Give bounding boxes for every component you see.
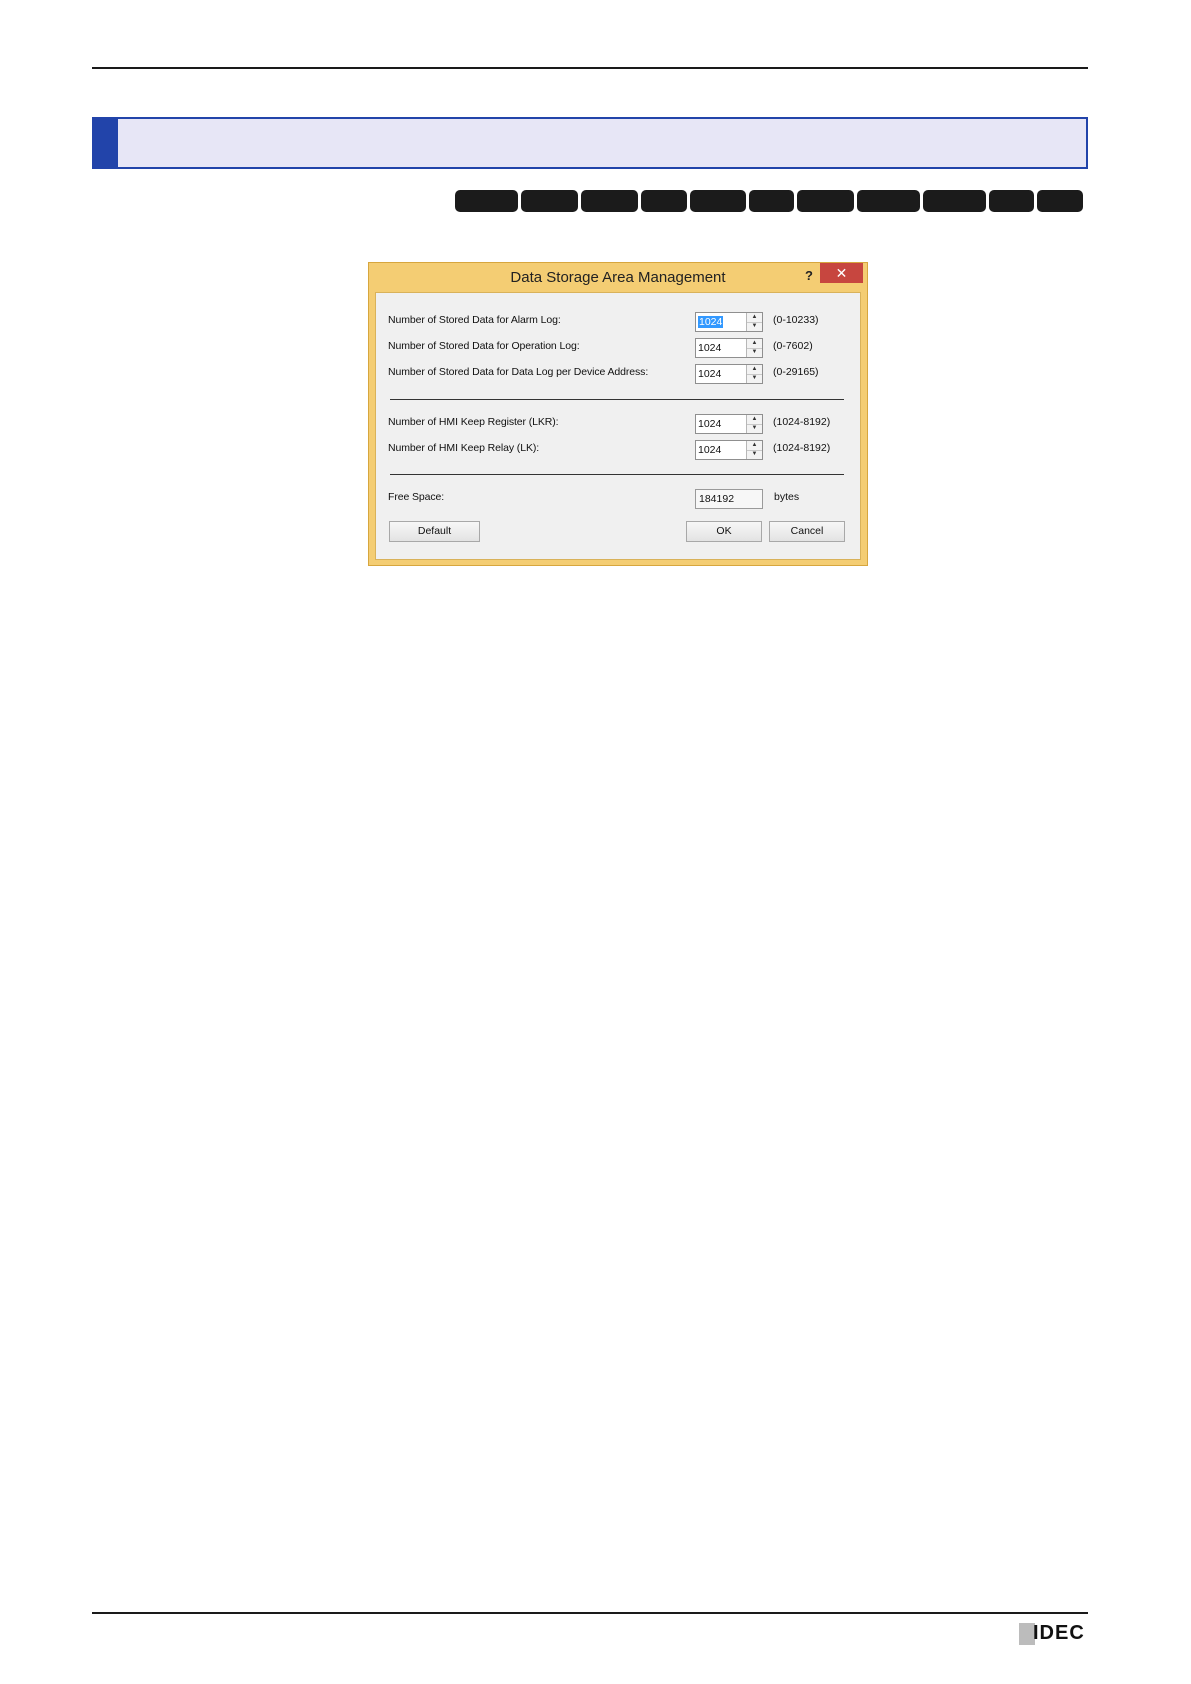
spin-buttons: ▲ ▼	[746, 339, 762, 357]
spin-down-icon[interactable]: ▼	[747, 374, 762, 383]
bottom-rule	[92, 1612, 1088, 1614]
free-space-value: 184192	[699, 493, 735, 505]
free-space-field: 184192	[695, 489, 763, 509]
model-tag	[749, 190, 794, 212]
spin-down-icon[interactable]: ▼	[747, 424, 762, 433]
operation-log-range: (0-7602)	[773, 340, 813, 352]
keep-relay-spinbox[interactable]: 1024 ▲ ▼	[695, 440, 763, 460]
keep-register-range: (1024-8192)	[773, 416, 831, 428]
keep-relay-range: (1024-8192)	[773, 442, 831, 454]
keep-register-spinbox[interactable]: 1024 ▲ ▼	[695, 414, 763, 434]
spin-buttons: ▲ ▼	[746, 313, 762, 331]
section-header-bar	[92, 117, 1088, 169]
data-log-spinbox[interactable]: 1024 ▲ ▼	[695, 364, 763, 384]
operation-log-value[interactable]: 1024	[698, 342, 721, 354]
model-tag	[690, 190, 746, 212]
dialog-title: Data Storage Area Management	[510, 269, 726, 286]
close-button[interactable]: ✕	[820, 263, 863, 283]
keep-relay-label: Number of HMI Keep Relay (LK):	[388, 442, 540, 454]
logo-text: IDEC	[1033, 1622, 1085, 1644]
model-tag	[1037, 190, 1083, 212]
model-tag	[923, 190, 986, 212]
model-tag	[455, 190, 518, 212]
data-log-label: Number of Stored Data for Data Log per D…	[388, 366, 649, 378]
data-storage-dialog: Data Storage Area Management ? ✕ Number …	[368, 262, 868, 566]
free-space-unit: bytes	[774, 491, 800, 503]
model-tag	[989, 190, 1034, 212]
divider	[390, 474, 844, 475]
alarm-log-label: Number of Stored Data for Alarm Log:	[388, 314, 561, 326]
dialog-titlebar[interactable]: Data Storage Area Management ? ✕	[369, 263, 867, 291]
spin-buttons: ▲ ▼	[746, 415, 762, 433]
spin-buttons: ▲ ▼	[746, 365, 762, 383]
operation-log-spinbox[interactable]: 1024 ▲ ▼	[695, 338, 763, 358]
data-log-value[interactable]: 1024	[698, 368, 721, 380]
model-tag	[797, 190, 854, 212]
alarm-log-value[interactable]: 1024	[698, 316, 724, 328]
model-tag	[641, 190, 687, 212]
divider	[390, 399, 844, 400]
default-button[interactable]: Default	[389, 521, 480, 542]
top-rule	[92, 67, 1088, 69]
help-icon[interactable]: ?	[799, 266, 819, 286]
keep-relay-value[interactable]: 1024	[698, 444, 721, 456]
spin-down-icon[interactable]: ▼	[747, 322, 762, 331]
section-header-mark	[94, 119, 118, 167]
model-tag-row	[0, 190, 1191, 212]
cancel-button[interactable]: Cancel	[769, 521, 845, 542]
alarm-log-spinbox[interactable]: 1024 ▲ ▼	[695, 312, 763, 332]
dialog-client-area: Number of Stored Data for Alarm Log: 102…	[375, 292, 861, 560]
model-tag	[857, 190, 920, 212]
operation-log-label: Number of Stored Data for Operation Log:	[388, 340, 580, 352]
keep-register-value[interactable]: 1024	[698, 418, 721, 430]
alarm-log-range: (0-10233)	[773, 314, 819, 326]
free-space-label: Free Space:	[388, 491, 445, 503]
ok-button[interactable]: OK	[686, 521, 762, 542]
spin-buttons: ▲ ▼	[746, 441, 762, 459]
model-tag	[581, 190, 638, 212]
model-tag	[521, 190, 578, 212]
keep-register-label: Number of HMI Keep Register (LKR):	[388, 416, 559, 428]
idec-logo: IDEC	[1019, 1622, 1091, 1646]
data-log-range: (0-29165)	[773, 366, 819, 378]
spin-down-icon[interactable]: ▼	[747, 348, 762, 357]
spin-down-icon[interactable]: ▼	[747, 450, 762, 459]
